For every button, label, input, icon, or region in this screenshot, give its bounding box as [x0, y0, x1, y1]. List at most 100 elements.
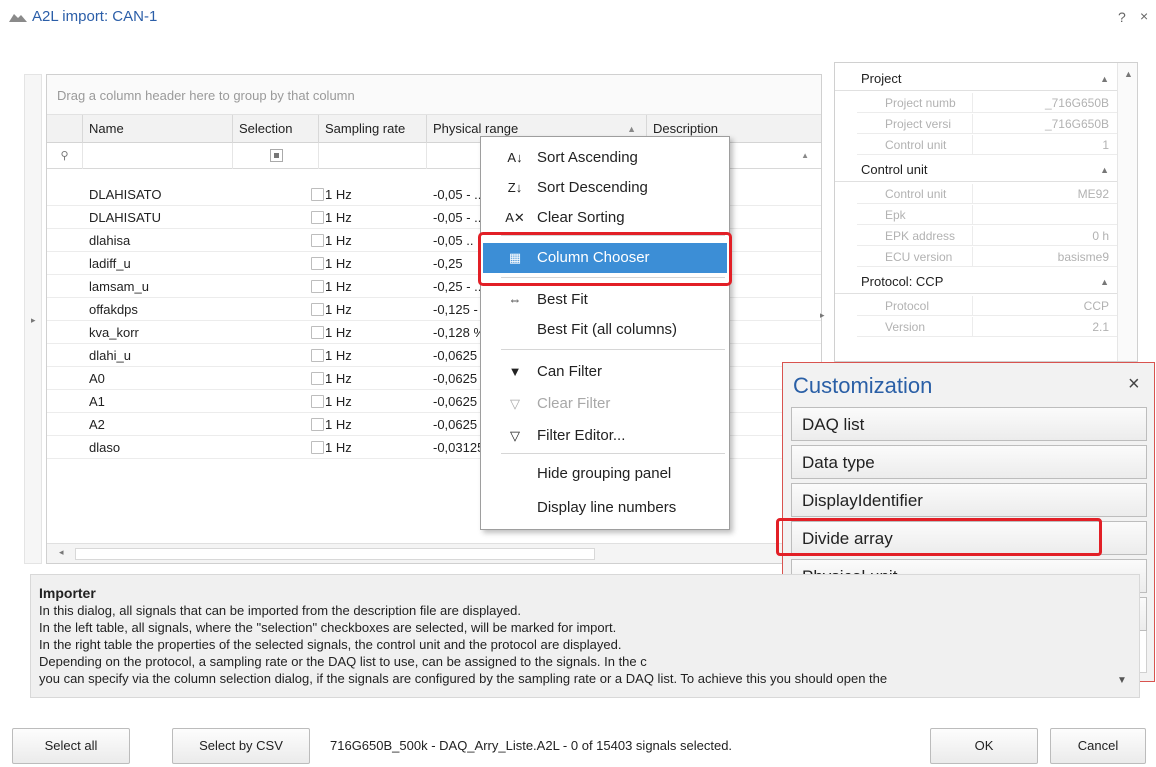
property-row: Protocol CCP	[857, 296, 1117, 316]
select-all-button[interactable]: Select all	[12, 728, 130, 764]
properties-panel: Project ▲ Project numb _716G650B Project ver…	[834, 62, 1138, 362]
cell-name: kva_korr	[89, 325, 139, 340]
filter-cell-name[interactable]	[83, 143, 233, 169]
column-header-sampling-rate[interactable]: Sampling rate	[319, 115, 427, 143]
horizontal-scrollbar[interactable]: ◂	[47, 543, 821, 563]
indicator-header	[47, 115, 83, 143]
customization-item-daq-list[interactable]: DAQ list	[791, 407, 1147, 441]
menu-item-filter-editor[interactable]: ▽ Filter Editor...	[483, 421, 727, 451]
column-context-menu: A↓ Sort Ascending Z↓ Sort Descending A✕ Clear…	[480, 136, 730, 530]
title-bar: A2L import: CAN-1 ? ×	[0, 0, 1156, 34]
help-button[interactable]: ?	[1118, 9, 1126, 25]
menu-item-sort-descending[interactable]: Z↓ Sort Descending	[483, 173, 727, 203]
column-header-name[interactable]: Name	[83, 115, 233, 143]
menu-item-can-filter[interactable]: ▼ Can Filter	[483, 357, 727, 387]
window-icon	[9, 14, 27, 22]
column-header-selection[interactable]: Selection	[233, 115, 319, 143]
filter-row-icon: ⚲	[47, 143, 83, 169]
property-value: _716G650B	[1044, 117, 1109, 131]
horizontal-scroll-thumb[interactable]	[75, 548, 595, 560]
importer-line: Depending on the protocol, a sampling ra…	[39, 654, 647, 669]
highlight-column-chooser	[478, 232, 732, 286]
cell-sampling-rate[interactable]: 1 Hz	[319, 183, 427, 206]
importer-line: In this dialog, all signals that can be …	[39, 603, 521, 618]
property-value: 1	[1102, 138, 1109, 152]
filter-editor-icon: ▽	[510, 428, 520, 443]
cell-name: A1	[89, 394, 105, 409]
menu-separator	[501, 453, 725, 454]
cell-sampling-rate[interactable]: 1 Hz	[319, 367, 427, 390]
clear-filter-icon: ▽	[510, 396, 520, 411]
menu-item-clear-filter[interactable]: ▽ Clear Filter	[483, 389, 727, 419]
menu-item-sort-ascending[interactable]: A↓ Sort Ascending	[483, 143, 727, 173]
property-value: _716G650B	[1044, 96, 1109, 110]
collapse-icon[interactable]: ▲	[1100, 67, 1109, 91]
scroll-up-icon[interactable]: ▲	[1124, 69, 1133, 79]
customization-item-data-type[interactable]: Data type	[791, 445, 1147, 479]
cell-name: dlahisa	[89, 233, 131, 248]
property-value	[975, 205, 1115, 225]
menu-item-label: Filter Editor...	[537, 427, 626, 444]
cell-name: DLAHISATO	[89, 187, 162, 202]
property-group-label: Project	[861, 71, 902, 86]
property-row: EPK address 0 h	[857, 226, 1117, 246]
cell-sampling-rate[interactable]: 1 Hz	[319, 229, 427, 252]
property-row: Version 2.1	[857, 317, 1117, 337]
cell-sampling-rate[interactable]: 1 Hz	[319, 390, 427, 413]
property-group[interactable]: Project ▲	[835, 67, 1117, 91]
close-customization-button[interactable]: ×	[1128, 373, 1140, 396]
best-fit-icon: ⇔	[508, 292, 522, 307]
cell-sampling-rate[interactable]: 1 Hz	[319, 321, 427, 344]
cell-name: dlahi_u	[89, 348, 131, 363]
cell-sampling-rate[interactable]: 1 Hz	[319, 252, 427, 275]
cell-sampling-rate[interactable]: 1 Hz	[319, 344, 427, 367]
clear-sorting-icon: A✕	[505, 210, 525, 225]
property-value: basisme9	[1057, 250, 1109, 264]
scroll-left-icon[interactable]: ◂	[59, 547, 64, 558]
cell-sampling-rate[interactable]: 1 Hz	[319, 206, 427, 229]
cell-sampling-rate[interactable]: 1 Hz	[319, 436, 427, 459]
property-row: Epk	[857, 205, 1117, 225]
indeterminate-mark-icon	[274, 153, 279, 158]
menu-item-label: Sort Ascending	[537, 149, 638, 166]
highlight-divide-array	[776, 518, 1102, 556]
collapse-icon[interactable]: ▲	[1100, 158, 1109, 182]
cell-name: ladiff_u	[89, 256, 131, 271]
property-row: Control unit 1	[857, 135, 1117, 155]
menu-separator	[501, 349, 725, 350]
property-row: Control unit ME92	[857, 184, 1117, 204]
scroll-down-icon[interactable]: ▼	[1117, 675, 1127, 686]
cell-sampling-rate[interactable]: 1 Hz	[319, 413, 427, 436]
group-panel[interactable]: Drag a column header here to group by th…	[47, 75, 821, 115]
filter-checkbox[interactable]	[270, 149, 283, 162]
menu-item-display-line-numbers[interactable]: Display line numbers	[483, 493, 727, 523]
cell-name: A0	[89, 371, 105, 386]
property-group[interactable]: Control unit ▲	[835, 158, 1117, 182]
cell-sampling-rate[interactable]: 1 Hz	[319, 275, 427, 298]
menu-item-best-fit[interactable]: ⇔ Best Fit	[483, 285, 727, 315]
filter-cell-selection[interactable]	[233, 143, 319, 169]
cell-name: A2	[89, 417, 105, 432]
menu-item-clear-sorting[interactable]: A✕ Clear Sorting	[483, 203, 727, 233]
property-group[interactable]: Protocol: CCP ▲	[835, 270, 1117, 294]
property-name: Project numb	[857, 93, 973, 113]
select-by-csv-button[interactable]: Select by CSV	[172, 728, 310, 764]
close-window-button[interactable]: ×	[1140, 8, 1148, 24]
menu-item-hide-grouping-panel[interactable]: Hide grouping panel	[483, 459, 727, 489]
ok-button[interactable]: OK	[930, 728, 1038, 764]
collapse-icon[interactable]: ▲	[1100, 270, 1109, 294]
cancel-button[interactable]: Cancel	[1050, 728, 1146, 764]
cell-sampling-rate[interactable]: 1 Hz	[319, 298, 427, 321]
filter-cell-sampling-rate[interactable]	[319, 143, 427, 169]
property-name: ECU version	[857, 247, 973, 267]
menu-item-label: Sort Descending	[537, 179, 648, 196]
property-value: CCP	[1083, 299, 1109, 313]
importer-description: Importer ▼ In this dialog, all signals t…	[30, 574, 1140, 698]
left-splitter[interactable]: ▸	[24, 74, 42, 564]
properties-scrollbar[interactable]: ▲	[1117, 63, 1137, 361]
scroll-up-icon[interactable]: ▲	[801, 151, 809, 160]
expand-left-icon: ▸	[31, 315, 36, 325]
sort-ascending-icon: A↓	[507, 150, 523, 165]
customization-item-displayidentifier[interactable]: DisplayIdentifier	[791, 483, 1147, 517]
menu-item-best-fit-all-columns[interactable]: Best Fit (all columns)	[483, 315, 727, 345]
